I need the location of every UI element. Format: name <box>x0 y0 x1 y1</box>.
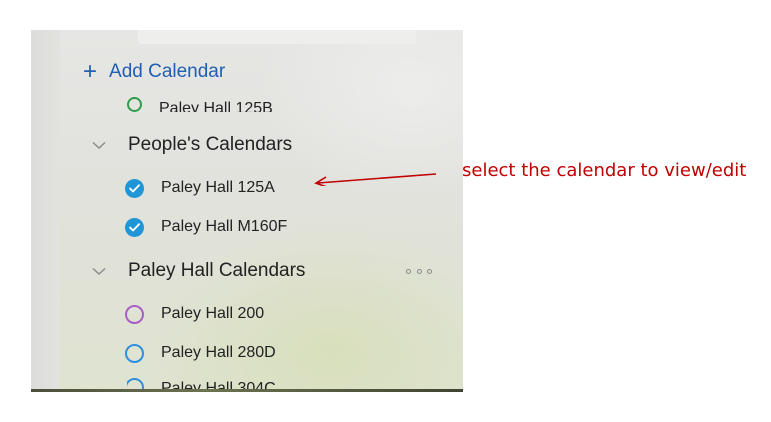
calendar-item-paley-hall-280d[interactable]: Paley Hall 280D <box>125 340 276 366</box>
more-options-icon[interactable] <box>406 263 432 279</box>
calendar-sidebar: + Add Calendar Paley Hall 125B People's … <box>31 30 463 392</box>
calendar-item-label: Paley Hall 280D <box>161 344 276 361</box>
dot-icon <box>427 268 432 274</box>
add-calendar-button[interactable]: + Add Calendar <box>83 58 225 86</box>
calendar-item-partial-bottom[interactable]: Paley Hall 304C <box>127 376 276 390</box>
sidebar-edge <box>31 30 60 392</box>
annotation-text: select the calendar to view/edit <box>462 160 747 181</box>
annotation-arrow-icon <box>314 173 437 186</box>
calendar-color-ring-icon <box>125 304 144 324</box>
calendar-item-label: Paley Hall M160F <box>161 218 288 235</box>
calendar-color-ring-icon <box>127 97 142 112</box>
plus-icon: + <box>83 58 98 85</box>
calendar-item-label: Paley Hall 125B <box>159 100 273 112</box>
chevron-down-icon <box>91 137 107 153</box>
calendar-color-ring-icon <box>125 343 144 363</box>
chevron-down-icon <box>91 263 107 279</box>
panel-bottom-edge <box>31 389 463 392</box>
group-label: Paley Hall Calendars <box>128 260 306 281</box>
dot-icon <box>406 268 411 274</box>
calendar-item-paley-hall-200[interactable]: Paley Hall 200 <box>125 301 265 327</box>
calendar-item-label: Paley Hall 200 <box>161 305 265 322</box>
checked-circle-icon <box>125 217 144 237</box>
calendar-item-partial-top[interactable]: Paley Hall 125B <box>127 92 273 112</box>
calendar-item-label: Paley Hall 125A <box>161 179 275 196</box>
add-calendar-label: Add Calendar <box>109 61 226 82</box>
dot-icon <box>416 268 422 274</box>
group-peoples-calendars[interactable]: People's Calendars <box>91 131 292 159</box>
calendar-item-paley-hall-125a[interactable]: Paley Hall 125A <box>125 175 275 201</box>
screenshot-stage: + Add Calendar Paley Hall 125B People's … <box>0 0 771 422</box>
search-bar-edge[interactable] <box>138 30 416 44</box>
group-paley-hall-calendars[interactable]: Paley Hall Calendars <box>91 257 305 285</box>
calendar-item-paley-hall-m160f[interactable]: Paley Hall M160F <box>125 214 288 240</box>
group-label: People's Calendars <box>128 134 293 155</box>
checked-circle-icon <box>125 178 144 198</box>
